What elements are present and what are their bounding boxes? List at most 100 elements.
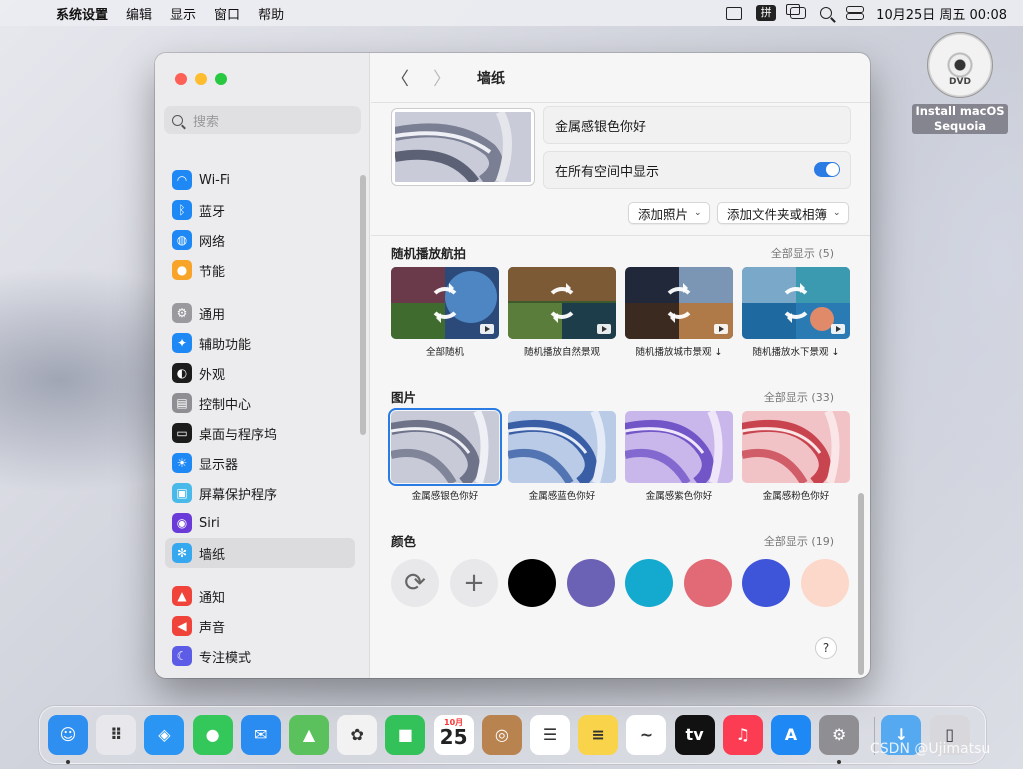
sidebar-item-bulb[interactable]: ● 节能 <box>165 255 355 285</box>
aerial-thumbnail[interactable] <box>742 267 850 339</box>
launchpad-app[interactable]: ⠿ <box>96 715 137 755</box>
contacts-app[interactable]: ◎ <box>481 715 522 755</box>
safari-app[interactable]: ◈ <box>144 715 185 755</box>
sidebar-item-moon[interactable]: ☾ 专注模式 <box>165 641 355 671</box>
aerial-thumbnail[interactable] <box>391 267 499 339</box>
menu-help[interactable]: 帮助 <box>258 4 284 23</box>
calendar-app[interactable]: 10月 25 <box>433 715 474 755</box>
menu-window[interactable]: 窗口 <box>214 4 240 23</box>
sidebar-item-control-center[interactable]: ▤ 控制中心 <box>165 388 355 418</box>
show-all-spaces-row: 在所有空间中显示 <box>543 151 851 189</box>
presenter-icon[interactable] <box>726 6 743 20</box>
system-settings-app[interactable]: ⚙ <box>819 715 860 755</box>
tv-app[interactable]: tv <box>674 715 715 755</box>
help-button[interactable]: ? <box>815 637 837 659</box>
menu-clock[interactable]: 10月25日 周五 00:08 <box>876 4 1007 23</box>
reminders-app[interactable]: ☰ <box>530 715 570 755</box>
color-swatch[interactable] <box>625 559 673 607</box>
messages-app[interactable]: ● <box>192 715 233 755</box>
add-folder-button[interactable]: 添加文件夹或相簿 ⌄ <box>717 202 849 224</box>
facetime-app[interactable]: ■ <box>385 715 426 755</box>
color-swatch[interactable] <box>508 559 556 607</box>
sidebar-item-speaker[interactable]: ◀ 声音 <box>165 611 355 641</box>
minimize-button[interactable] <box>195 73 207 85</box>
forward-button[interactable]: 〉 <box>433 65 451 91</box>
freeform-app[interactable]: ~ <box>626 715 667 755</box>
maps-app[interactable]: ▲ <box>289 715 329 755</box>
menu-view[interactable]: 显示 <box>170 4 196 23</box>
search-icon <box>172 114 183 126</box>
menu-bar: 系统设置 编辑 显示 窗口 帮助 拼 10月25日 周五 00:08 <box>0 0 1023 26</box>
maps-app-icon: ▲ <box>302 725 316 744</box>
dvd-icon: DVD <box>927 32 993 98</box>
photos-app[interactable]: ✿ <box>337 715 378 755</box>
color-swatch[interactable] <box>800 559 849 607</box>
sidebar-item-siri[interactable]: ◉ Siri <box>165 508 355 538</box>
reminders-app-icon: ☰ <box>542 725 558 744</box>
menu-app-name[interactable]: 系统设置 <box>56 4 108 23</box>
dynamic-color-button[interactable]: ⟳ <box>391 559 439 607</box>
sidebar-item-label: 控制中心 <box>199 397 252 413</box>
picture-thumbnail[interactable] <box>388 408 502 486</box>
screen-mirroring-icon[interactable] <box>786 4 807 19</box>
pictures-show-all[interactable]: 全部显示 (33) <box>764 389 834 405</box>
picture-thumbnail[interactable] <box>508 411 616 483</box>
photos-app-icon: ✿ <box>350 725 364 744</box>
control-center-icon: ▤ <box>172 393 192 413</box>
add-photo-button[interactable]: 添加照片 ⌄ <box>628 202 710 224</box>
picture-thumbnail[interactable] <box>742 411 850 483</box>
contacts-app-icon: ◎ <box>494 725 509 744</box>
color-swatch[interactable] <box>566 559 615 607</box>
content-scrollbar[interactable] <box>858 493 864 675</box>
sidebar-item-gear[interactable]: ⚙ 通用 <box>165 298 355 328</box>
colors-show-all[interactable]: 全部显示 (19) <box>764 533 834 549</box>
finder-app[interactable]: ☺ <box>48 715 88 755</box>
input-method-icon[interactable]: 拼 <box>756 5 777 21</box>
desktop-dvd-item[interactable]: DVD Install macOS Sequoia <box>910 32 1010 134</box>
spotlight-icon[interactable] <box>820 7 833 19</box>
colors-title: 颜色 <box>391 534 417 549</box>
mail-app[interactable]: ✉ <box>240 715 281 755</box>
aerial-thumbnail[interactable] <box>508 267 616 339</box>
picture-thumbnail[interactable] <box>625 411 733 483</box>
calendar-day: 25 <box>439 725 468 749</box>
safari-app-icon: ◈ <box>158 725 171 744</box>
menu-edit[interactable]: 编辑 <box>126 4 152 23</box>
sidebar-item-display[interactable]: ☀ 显示器 <box>165 448 355 478</box>
add-color-button[interactable]: + <box>450 559 498 607</box>
show-all-spaces-toggle[interactable] <box>814 162 840 177</box>
sidebar-item-label: 蓝牙 <box>199 204 226 220</box>
notes-app-icon: ≡ <box>591 725 605 744</box>
sidebar-list: ◠ Wi-Fi ᛒ 蓝牙 ◍ 网络 ● 节能 ⚙ 通用 ✦ 辅助功能 ◐ 外观 ▤ 控制中心 ▭ 桌面与程序坞 ☀ 显… <box>165 165 355 671</box>
sidebar-search-input[interactable]: 搜索 <box>164 106 361 134</box>
sidebar-item-appearance[interactable]: ◐ 外观 <box>165 358 355 388</box>
control-center-icon[interactable] <box>846 6 865 20</box>
current-wallpaper-preview <box>391 108 535 186</box>
finder-app-icon: ☺ <box>59 725 77 744</box>
zoom-button[interactable] <box>215 73 227 85</box>
appearance-icon: ◐ <box>172 363 192 383</box>
sidebar-item-bluetooth[interactable]: ᛒ 蓝牙 <box>165 195 355 225</box>
color-swatch[interactable] <box>683 559 732 607</box>
color-swatch[interactable] <box>742 559 790 607</box>
sidebar-item-wallpaper[interactable]: ✻ 墙纸 <box>165 538 355 568</box>
section-divider <box>371 235 870 236</box>
sidebar-item-wifi[interactable]: ◠ Wi-Fi <box>165 165 355 195</box>
aerials-show-all[interactable]: 全部显示 (5) <box>771 245 834 261</box>
music-app[interactable]: ♫ <box>722 715 763 755</box>
chevron-down-icon: ⌄ <box>833 208 841 218</box>
pane-toolbar: 〈 〉 墙纸 <box>371 53 870 103</box>
pictures-title: 图片 <box>391 390 417 405</box>
back-button[interactable]: 〈 <box>391 65 409 91</box>
notes-app[interactable]: ≡ <box>578 715 619 755</box>
sidebar-item-dock[interactable]: ▭ 桌面与程序坞 <box>165 418 355 448</box>
aerial-thumbnail[interactable] <box>625 267 733 339</box>
appstore-app[interactable]: A <box>771 715 811 755</box>
sidebar-item-accessibility[interactable]: ✦ 辅助功能 <box>165 328 355 358</box>
close-button[interactable] <box>175 73 187 85</box>
sidebar-item-bell[interactable]: ▲ 通知 <box>165 581 355 611</box>
sidebar-item-globe[interactable]: ◍ 网络 <box>165 225 355 255</box>
picture-image <box>391 411 499 483</box>
sidebar-scrollbar[interactable] <box>360 175 366 435</box>
sidebar-item-screensaver[interactable]: ▣ 屏幕保护程序 <box>165 478 355 508</box>
